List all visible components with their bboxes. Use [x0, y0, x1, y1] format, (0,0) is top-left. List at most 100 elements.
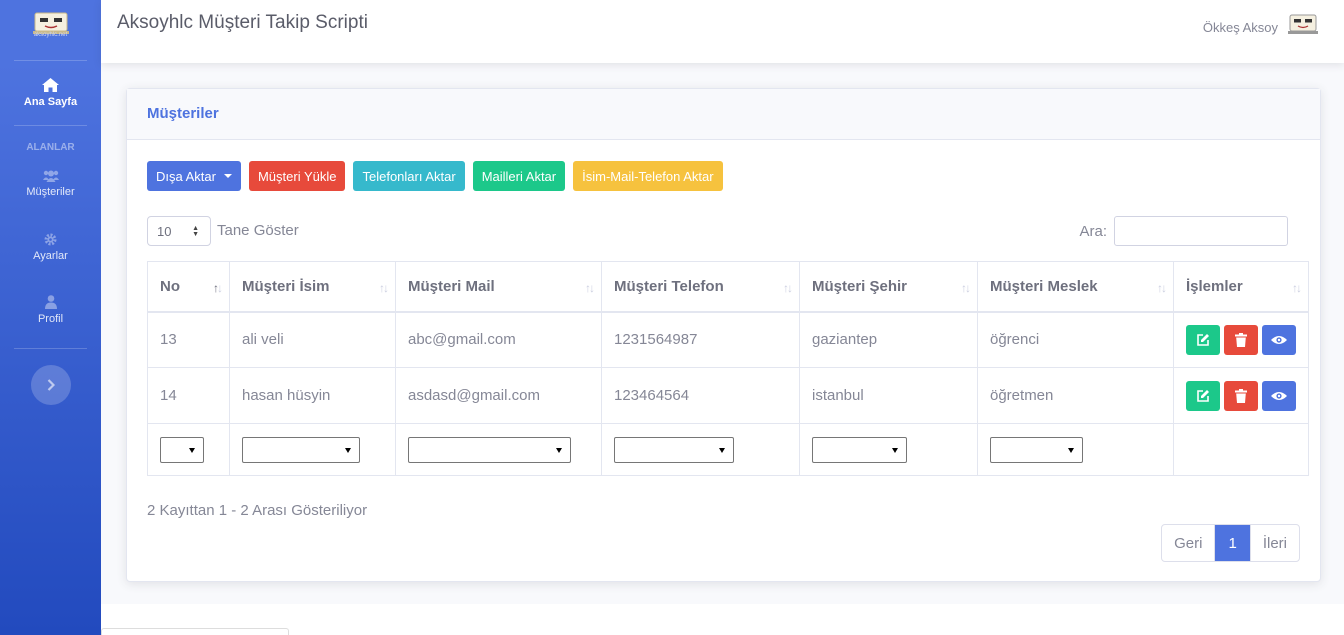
- sidebar-toggle-button[interactable]: [30, 365, 71, 405]
- page-length-value: 10: [157, 223, 172, 239]
- sort-icon: ↑↓: [1157, 281, 1167, 295]
- filter-select-no[interactable]: [160, 436, 204, 463]
- delete-button[interactable]: [1224, 324, 1258, 355]
- export-button-label: Dışa Aktar: [156, 168, 216, 184]
- app-title: Aksoyhlc Müşteri Takip Scripti: [117, 12, 368, 33]
- col-header-phone[interactable]: Müşteri Telefon ↑↓: [601, 261, 800, 313]
- view-button[interactable]: [1262, 324, 1296, 355]
- col-header-job[interactable]: Müşteri Meslek ↑↓: [977, 261, 1174, 313]
- pagination: Geri 1 İleri: [1161, 524, 1300, 562]
- col-header-label: Müşteri Meslek: [990, 277, 1098, 295]
- topbar: Aksoyhlc Müşteri Takip Scripti Ökkeş Aks…: [101, 0, 1344, 63]
- filter-cell: [147, 423, 230, 476]
- sidebar-divider: [14, 125, 87, 126]
- users-icon: [42, 170, 59, 182]
- page-length-select[interactable]: 10 ▲ ▼: [147, 216, 211, 246]
- cell-no: 14: [147, 367, 230, 424]
- search-control: Ara:: [1079, 216, 1288, 246]
- filter-row: [147, 423, 1309, 476]
- eye-icon: [1271, 335, 1287, 344]
- card-title: Müşteriler: [147, 105, 219, 122]
- edit-icon: [1197, 389, 1209, 402]
- filter-select-job[interactable]: [990, 436, 1083, 463]
- avatar[interactable]: [1288, 14, 1318, 38]
- cell-no: 13: [147, 311, 230, 368]
- sidebar-item-profile[interactable]: Profil: [0, 285, 101, 335]
- col-header-name[interactable]: Müşteri İsim ↑↓: [229, 261, 396, 313]
- bottom-tab: [101, 628, 289, 635]
- sidebar-item-customers[interactable]: Müşteriler: [0, 159, 101, 209]
- edit-button[interactable]: [1186, 324, 1220, 355]
- cell-name: ali veli: [229, 311, 396, 368]
- sidebar: aksoyhlc.net Ana Sayfa ALANLAR Müşterile…: [0, 0, 101, 635]
- sidebar-item-home[interactable]: Ana Sayfa: [0, 61, 101, 125]
- col-header-label: Müşteri İsim: [242, 277, 330, 295]
- sort-icon: ↑↓: [783, 281, 793, 295]
- filter-select-phone[interactable]: [614, 436, 734, 463]
- cell-actions: [1173, 311, 1309, 368]
- pagination-prev[interactable]: Geri: [1162, 525, 1214, 561]
- export-mails-button[interactable]: Mailleri Aktar: [472, 161, 566, 191]
- cell-name: hasan hüsyin: [229, 367, 396, 424]
- filter-cell: [977, 423, 1174, 476]
- table-row: 13 ali veli abc@gmail.com 1231564987 gaz…: [147, 311, 1309, 368]
- updown-icon: ▲ ▼: [192, 225, 199, 238]
- edit-button[interactable]: [1186, 380, 1220, 411]
- cell-job: öğrenci: [977, 311, 1174, 368]
- cell-mail: asdasd@gmail.com: [395, 367, 602, 424]
- sort-icon: ↑↓: [961, 281, 971, 295]
- customers-table: No ↑↓ Müşteri İsim ↑↓ Müşteri Mail ↑↓ Müşte…: [147, 261, 1309, 476]
- col-header-label: Müşteri Şehir: [812, 277, 908, 295]
- col-header-label: İşlemler: [1186, 277, 1243, 295]
- cell-job: öğretmen: [977, 367, 1174, 424]
- sidebar-item-settings[interactable]: Ayarlar: [0, 222, 101, 272]
- brand[interactable]: [0, 0, 101, 60]
- filter-cell: [395, 423, 602, 476]
- sidebar-divider: [14, 348, 87, 349]
- filter-select-city[interactable]: [812, 436, 907, 463]
- filter-cell: [229, 423, 396, 476]
- export-all-button[interactable]: İsim-Mail-Telefon Aktar: [573, 161, 723, 191]
- filter-select-mail[interactable]: [408, 436, 571, 463]
- cell-actions: [1173, 367, 1309, 424]
- card-header: Müşteriler: [127, 89, 1320, 140]
- sidebar-item-label: Ana Sayfa: [23, 96, 78, 108]
- pagination-page-1[interactable]: 1: [1214, 525, 1250, 561]
- cell-mail: abc@gmail.com: [395, 311, 602, 368]
- cell-phone: 123464564: [601, 367, 800, 424]
- col-header-city[interactable]: Müşteri Şehir ↑↓: [799, 261, 978, 313]
- export-phones-button[interactable]: Telefonları Aktar: [353, 161, 465, 191]
- col-header-actions[interactable]: İşlemler ↑↓: [1173, 261, 1309, 313]
- trash-icon: [1235, 332, 1247, 347]
- upload-customers-button[interactable]: Müşteri Yükle: [248, 161, 346, 191]
- col-header-mail[interactable]: Müşteri Mail ↑↓: [395, 261, 602, 313]
- sidebar-heading: ALANLAR: [26, 142, 75, 153]
- sidebar-item-label: Profil: [37, 313, 64, 325]
- export-dropdown-button[interactable]: Dışa Aktar: [147, 161, 241, 191]
- delete-button[interactable]: [1224, 380, 1258, 411]
- filter-select-name[interactable]: [242, 436, 360, 463]
- filter-cell-empty: [1173, 423, 1309, 476]
- gear-icon: [44, 233, 57, 245]
- page-length-control: 10 ▲ ▼ Tane Göster: [147, 216, 299, 246]
- table-row: 14 hasan hüsyin asdasd@gmail.com 1234645…: [147, 367, 1309, 424]
- eye-icon: [1271, 391, 1287, 400]
- brand-subtext: aksoyhlc.net: [33, 32, 68, 38]
- home-icon: [42, 78, 59, 92]
- trash-icon: [1235, 388, 1247, 403]
- view-button[interactable]: [1262, 380, 1296, 411]
- sort-icon: ↑↓: [379, 281, 389, 295]
- page-length-label: Tane Göster: [217, 221, 299, 239]
- pagination-next[interactable]: İleri: [1249, 525, 1299, 561]
- col-header-no[interactable]: No ↑↓: [147, 261, 230, 313]
- search-input[interactable]: [1114, 216, 1288, 246]
- filter-cell: [799, 423, 978, 476]
- user-icon: [44, 295, 57, 309]
- cell-city: gaziantep: [799, 311, 978, 368]
- caret-down-icon: [223, 174, 232, 178]
- filter-cell: [601, 423, 800, 476]
- cell-city: istanbul: [799, 367, 978, 424]
- chevron-right-icon: [47, 379, 55, 391]
- sort-icon: ↑↓: [213, 281, 223, 295]
- user-name[interactable]: Ökkeş Aksoy: [1203, 20, 1278, 35]
